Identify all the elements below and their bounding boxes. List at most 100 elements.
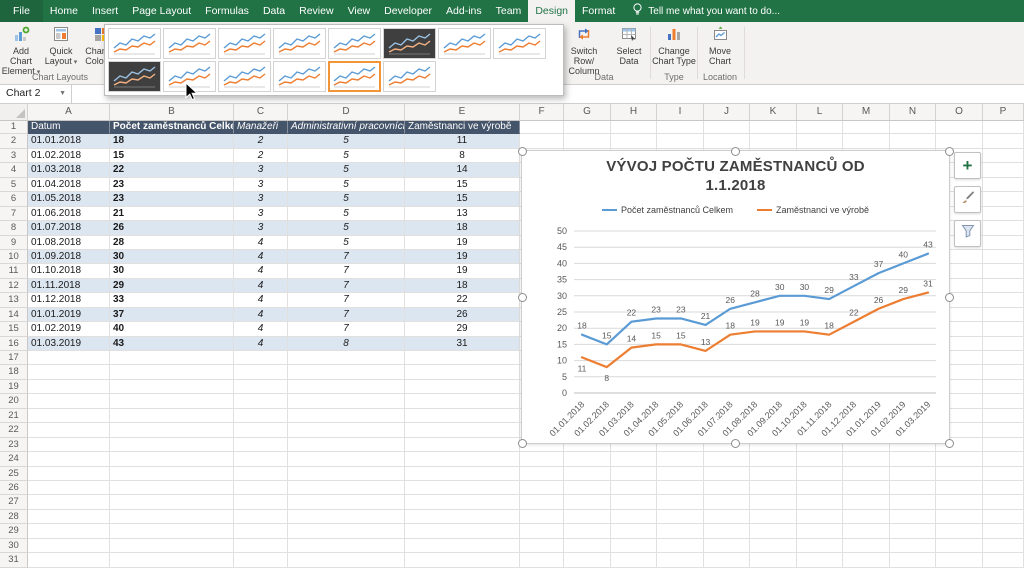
cell-F24[interactable] (520, 452, 564, 466)
row-header-10[interactable]: 10 (0, 250, 28, 264)
name-box-dropdown-icon[interactable]: ▼ (59, 84, 66, 103)
cell-D31[interactable] (288, 553, 405, 567)
cell-F25[interactable] (520, 467, 564, 481)
cell-D15[interactable]: 7 (288, 322, 405, 336)
cell-B12[interactable]: 29 (110, 279, 234, 293)
cell-E10[interactable]: 19 (405, 250, 520, 264)
cell-D30[interactable] (288, 539, 405, 553)
row-header-22[interactable]: 22 (0, 423, 28, 437)
row-header-5[interactable]: 5 (0, 178, 28, 192)
cell-A14[interactable]: 01.01.2019 (28, 308, 110, 322)
cell-P13[interactable] (983, 293, 1024, 307)
cell-A1[interactable]: Datum (28, 120, 110, 134)
row-header-28[interactable]: 28 (0, 510, 28, 524)
cell-I31[interactable] (657, 553, 704, 567)
ribbon-tab-formulas[interactable]: Formulas (198, 0, 256, 22)
cell-F26[interactable] (520, 481, 564, 495)
cell-B28[interactable] (110, 510, 234, 524)
cell-G2[interactable] (564, 134, 611, 148)
cell-A30[interactable] (28, 539, 110, 553)
cell-G31[interactable] (564, 553, 611, 567)
cell-C16[interactable]: 4 (234, 337, 288, 351)
row-header-6[interactable]: 6 (0, 192, 28, 206)
cell-L24[interactable] (797, 452, 843, 466)
ribbon-tab-design[interactable]: Design (528, 0, 575, 22)
cell-E16[interactable]: 31 (405, 337, 520, 351)
cell-D16[interactable]: 8 (288, 337, 405, 351)
cell-A16[interactable]: 01.03.2019 (28, 337, 110, 351)
cell-P11[interactable] (983, 264, 1024, 278)
cell-B27[interactable] (110, 495, 234, 509)
cell-H30[interactable] (611, 539, 657, 553)
cell-O25[interactable] (936, 467, 983, 481)
row-header-15[interactable]: 15 (0, 322, 28, 336)
cell-K28[interactable] (750, 510, 797, 524)
cell-E22[interactable] (405, 423, 520, 437)
cell-A10[interactable]: 01.09.2018 (28, 250, 110, 264)
cell-P15[interactable] (983, 322, 1024, 336)
column-header-P[interactable]: P (983, 103, 1024, 120)
cell-A12[interactable]: 01.11.2018 (28, 279, 110, 293)
cell-B3[interactable]: 15 (110, 149, 234, 163)
cell-D1[interactable]: Administrativní pracovníci (288, 120, 405, 134)
row-header-23[interactable]: 23 (0, 438, 28, 452)
cell-E5[interactable]: 15 (405, 178, 520, 192)
cell-G26[interactable] (564, 481, 611, 495)
cell-B19[interactable] (110, 380, 234, 394)
cell-F31[interactable] (520, 553, 564, 567)
cell-B8[interactable]: 26 (110, 221, 234, 235)
row-header-25[interactable]: 25 (0, 467, 28, 481)
chart-styles-button[interactable] (954, 186, 981, 213)
cell-D2[interactable]: 5 (288, 134, 405, 148)
cell-J31[interactable] (704, 553, 750, 567)
row-header-14[interactable]: 14 (0, 308, 28, 322)
cell-D22[interactable] (288, 423, 405, 437)
cell-B25[interactable] (110, 467, 234, 481)
cell-C9[interactable]: 4 (234, 236, 288, 250)
column-header-L[interactable]: L (797, 103, 843, 120)
row-header-4[interactable]: 4 (0, 163, 28, 177)
cell-C24[interactable] (234, 452, 288, 466)
cell-I27[interactable] (657, 495, 704, 509)
cell-P20[interactable] (983, 394, 1024, 408)
column-header-H[interactable]: H (611, 103, 657, 120)
chart-style-thumb[interactable] (218, 61, 271, 92)
cell-E9[interactable]: 19 (405, 236, 520, 250)
cell-E30[interactable] (405, 539, 520, 553)
cell-B7[interactable]: 21 (110, 207, 234, 221)
cell-F30[interactable] (520, 539, 564, 553)
ribbon-tab-file[interactable]: File (0, 0, 43, 22)
cell-I28[interactable] (657, 510, 704, 524)
cell-C29[interactable] (234, 524, 288, 538)
cell-N29[interactable] (890, 524, 936, 538)
row-header-7[interactable]: 7 (0, 207, 28, 221)
column-header-K[interactable]: K (750, 103, 797, 120)
cell-D9[interactable]: 5 (288, 236, 405, 250)
row-header-11[interactable]: 11 (0, 264, 28, 278)
chart-selection-handle[interactable] (945, 147, 954, 156)
cell-N24[interactable] (890, 452, 936, 466)
column-header-F[interactable]: F (520, 103, 564, 120)
cell-G25[interactable] (564, 467, 611, 481)
cell-K29[interactable] (750, 524, 797, 538)
cell-J28[interactable] (704, 510, 750, 524)
cell-L31[interactable] (797, 553, 843, 567)
cell-P26[interactable] (983, 481, 1024, 495)
cell-C10[interactable]: 4 (234, 250, 288, 264)
cell-D10[interactable]: 7 (288, 250, 405, 264)
ribbon-tab-add-ins[interactable]: Add-ins (439, 0, 489, 22)
chart-style-thumb[interactable] (108, 61, 161, 92)
column-header-B[interactable]: B (110, 103, 234, 120)
cell-H26[interactable] (611, 481, 657, 495)
cell-A21[interactable] (28, 409, 110, 423)
cell-F28[interactable] (520, 510, 564, 524)
chart-style-thumb[interactable] (108, 28, 161, 59)
cell-L1[interactable] (797, 120, 843, 134)
cell-E29[interactable] (405, 524, 520, 538)
cell-A11[interactable]: 01.10.2018 (28, 264, 110, 278)
cell-D18[interactable] (288, 365, 405, 379)
chart-style-thumb[interactable] (383, 61, 436, 92)
cell-A28[interactable] (28, 510, 110, 524)
cell-P30[interactable] (983, 539, 1024, 553)
cell-P10[interactable] (983, 250, 1024, 264)
